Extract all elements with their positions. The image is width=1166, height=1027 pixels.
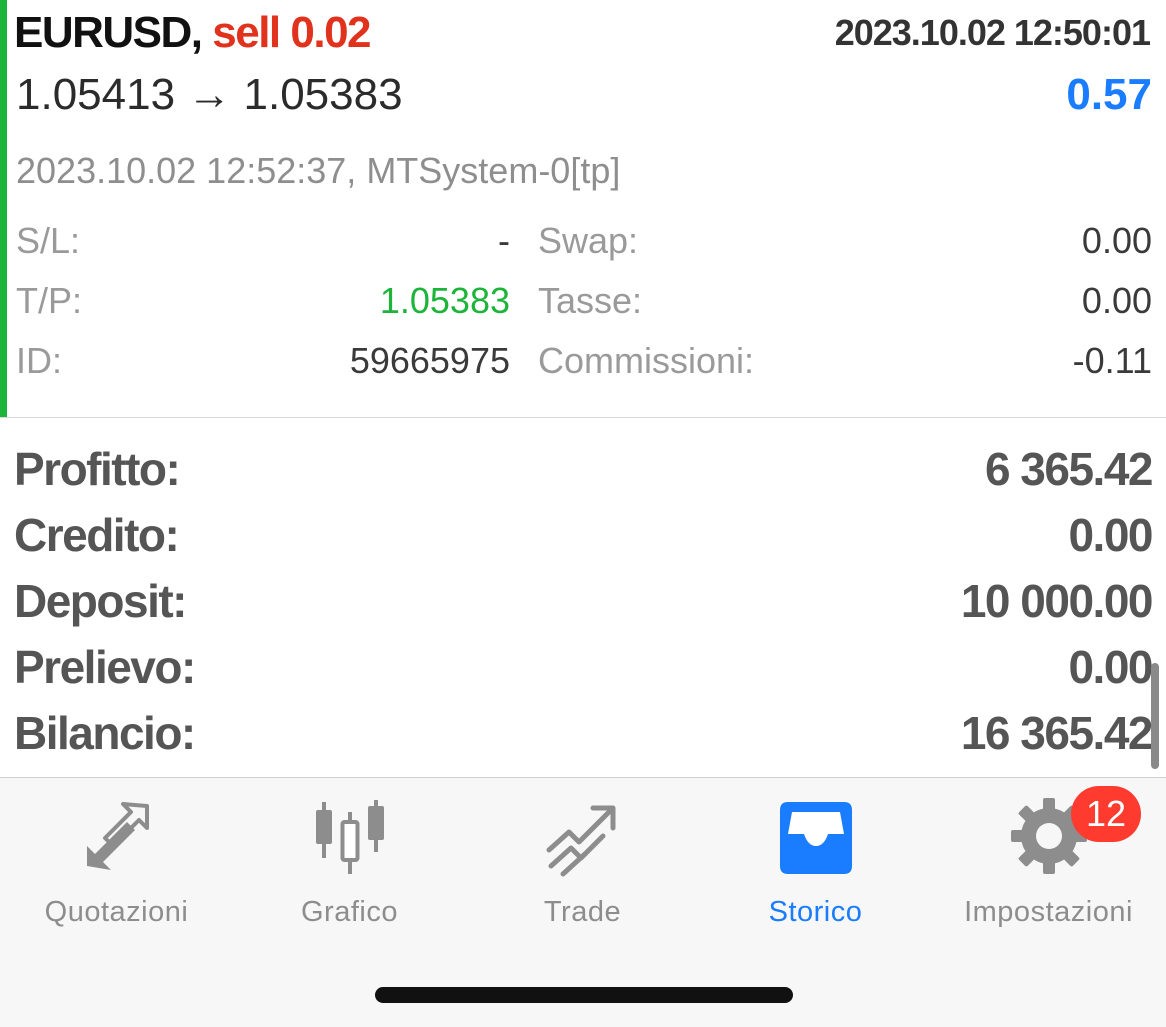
tab-chart[interactable]: Grafico (233, 794, 466, 944)
commission-label: Commissioni: (538, 340, 755, 381)
tab-chart-label: Grafico (301, 896, 398, 928)
swap-label: Swap: (538, 220, 639, 261)
trade-profit: 0.57 (1066, 70, 1152, 119)
trade-side: sell 0.02 (212, 8, 371, 57)
trade-accent-bar (0, 0, 7, 417)
trade-close-info: 2023.10.02 12:52:37, MTSystem-0[tp] (16, 150, 621, 191)
sl-value: - (498, 220, 510, 261)
tab-trade[interactable]: Trade (466, 794, 699, 944)
quotes-arrows-icon (86, 802, 149, 870)
credit-label: Credito: (14, 509, 180, 561)
deposit-label: Deposit: (14, 575, 188, 627)
settings-notification-badge: 12 (1071, 786, 1141, 842)
balance-value: 16 365.42 (960, 707, 1154, 759)
trade-history-item[interactable]: EURUSD, sell 0.02 2023.10.02 12:50:01 1.… (0, 0, 1166, 417)
withdrawal-label: Prelievo: (14, 641, 196, 693)
tab-settings-label: Impostazioni (964, 896, 1133, 928)
id-value: 59665975 (349, 340, 510, 381)
sl-label: S/L: (16, 220, 81, 261)
taxes-value: 0.00 (1081, 280, 1152, 321)
history-inbox-icon (779, 802, 852, 874)
trade-symbol-line: EURUSD, sell 0.02 (14, 8, 372, 58)
scrollbar[interactable] (1151, 663, 1159, 769)
deposit-value: 10 000.00 (960, 575, 1154, 627)
trade-trend-icon (546, 805, 615, 877)
commission-value: -0.11 (1072, 340, 1152, 381)
tab-quotes[interactable]: Quotazioni (0, 794, 233, 944)
tab-history-label: Storico (768, 896, 863, 928)
profit-label: Profitto: (14, 443, 181, 495)
tab-trade-label: Trade (543, 896, 622, 928)
balance-label: Bilancio: (14, 707, 196, 759)
home-indicator[interactable] (375, 987, 793, 1003)
profit-value: 6 365.42 (984, 443, 1154, 495)
swap-value: 0.00 (1081, 220, 1152, 261)
trade-symbol: EURUSD, (14, 8, 203, 57)
tp-value: 1.05383 (379, 280, 510, 321)
credit-value: 0.00 (1068, 509, 1153, 561)
candlestick-chart-icon (315, 800, 384, 874)
tab-quotes-label: Quotazioni (44, 896, 189, 928)
taxes-label: Tasse: (538, 280, 643, 321)
id-label: ID: (16, 340, 63, 381)
tab-history[interactable]: Storico (699, 794, 932, 944)
tp-label: T/P: (16, 280, 83, 321)
card-divider (0, 417, 1166, 418)
withdrawal-value: 0.00 (1068, 641, 1153, 693)
trade-price-change: 1.05413 → 1.05383 (16, 70, 403, 119)
history-screen: EURUSD, sell 0.02 2023.10.02 12:50:01 1.… (0, 0, 1166, 1027)
trade-open-time: 2023.10.02 12:50:01 (834, 12, 1151, 53)
